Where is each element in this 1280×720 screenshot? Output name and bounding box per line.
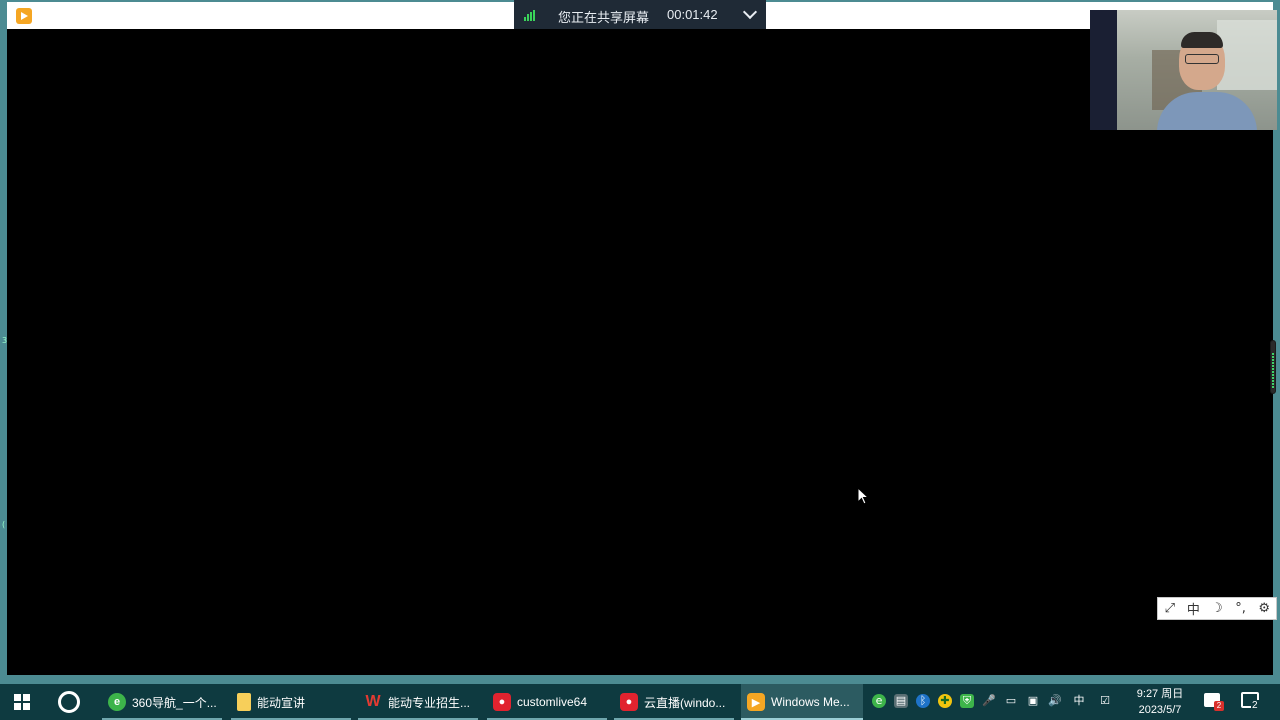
notification-badge: 2 [1214,701,1224,711]
share-status-text: 您正在共享屏幕 [558,10,650,25]
ime-halfwidth-icon[interactable]: ☽ [1207,601,1227,616]
taskbar-item-cloud-live[interactable]: ● 云直播(windo... [614,684,734,720]
system-clock[interactable]: 9:27 周日 2023/5/7 [1128,686,1192,718]
side-marker: 3 [2,336,8,345]
tray-app-icon[interactable]: ▤ [894,694,908,708]
chevron-down-icon[interactable] [742,4,758,20]
checkbox-tray-icon[interactable]: ☑ [1098,694,1112,708]
taskbar-item-folder[interactable]: 能动宣讲 [231,684,351,720]
share-timer: 00:01:42 [667,7,718,22]
scroll-indicator[interactable] [1270,340,1276,394]
system-tray: e ▤ ᛒ ✚ ⛨ 🎤 ▭ ▣ 🔊 中 ☑ [868,684,1123,720]
video-display-area[interactable] [7,29,1273,675]
ime-fullscreen-icon[interactable]: ⤢ [1160,601,1180,616]
media-player-icon: ▶ [747,693,765,711]
bluetooth-icon[interactable]: ᛒ [916,694,930,708]
security-shield-icon[interactable]: ⛨ [960,694,974,708]
wps-icon: W [365,693,381,710]
taskbar: e 360导航_一个... 能动宣讲 W 能动专业招生... ● customl… [0,684,1280,720]
taskbar-item-label: 能动专业招生... [388,695,471,710]
taskbar-item-label: 能动宣讲 [257,695,306,710]
taskbar-item-360-browser[interactable]: e 360导航_一个... [102,684,222,720]
taskbar-item-label: Windows Me... [771,695,850,709]
taskbar-item-label: 360导航_一个... [132,695,217,710]
taskbar-item-wps[interactable]: W 能动专业招生... [358,684,478,720]
taskbar-item-media-player[interactable]: ▶ Windows Me... [741,684,863,720]
battery-icon[interactable]: ▭ [1004,694,1018,708]
taskbar-item-label: 云直播(windo... [644,695,726,710]
mouse-cursor-icon [857,487,869,505]
tray-360-icon[interactable]: e [872,694,886,708]
microphone-icon[interactable]: 🎤 [982,694,996,708]
folder-icon [237,693,251,711]
live-camera-icon: ● [620,693,638,711]
clock-date: 2023/5/7 [1138,704,1182,716]
screen-share-banner[interactable]: 您正在共享屏幕 00:01:42 [514,0,766,29]
media-player-app-icon[interactable] [16,8,32,24]
volume-icon[interactable]: 🔊 [1048,694,1062,708]
ime-punctuation-icon[interactable]: °, [1231,601,1251,616]
media-player-window: 3 ( [0,0,1280,684]
input-language-indicator[interactable]: 中 [1072,694,1086,708]
webcam-overlay[interactable] [1090,10,1277,130]
tray-helper-icon[interactable]: ✚ [938,694,952,708]
side-marker: ( [2,520,6,529]
windows-start-icon[interactable] [14,694,30,710]
taskbar-item-customlive[interactable]: ● customlive64 [487,684,607,720]
ime-chinese-mode[interactable]: 中 [1183,599,1203,618]
task-view-icon[interactable] [58,691,80,713]
ime-toolbar[interactable]: ⤢ 中 ☽ °, ⚙ [1157,597,1277,620]
live-camera-icon: ● [493,693,511,711]
ime-settings-icon[interactable]: ⚙ [1254,601,1274,616]
clock-time: 9:27 周日 [1136,688,1184,700]
signal-strength-icon [524,10,536,21]
webcam-video [1117,10,1277,130]
browser-360-icon: e [108,693,126,711]
action-center-count: 2 [1251,700,1259,711]
network-icon[interactable]: ▣ [1026,694,1040,708]
taskbar-item-label: customlive64 [517,695,588,709]
